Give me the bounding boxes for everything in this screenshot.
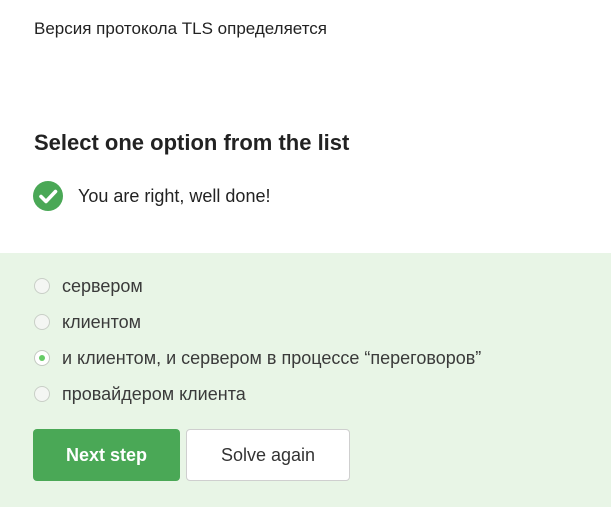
solve-again-button[interactable]: Solve again [186, 429, 350, 481]
task-heading: Select one option from the list [34, 130, 350, 155]
question-text: Версия протокола TLS определяется [34, 19, 327, 38]
option-label: сервером [62, 275, 143, 296]
option-server[interactable]: сервером [34, 274, 143, 298]
option-label: клиентом [62, 311, 142, 332]
option-client[interactable]: клиентом [34, 310, 141, 334]
option-label: и клиентом, и сервером в процессе “перег… [62, 347, 482, 368]
next-step-button[interactable]: Next step [33, 429, 180, 481]
option-client-provider[interactable]: провайдером клиента [34, 382, 246, 406]
radio-button[interactable] [34, 278, 50, 294]
feedback-text: You are right, well done! [78, 185, 271, 206]
radio-button-selected[interactable] [34, 350, 50, 366]
radio-button[interactable] [34, 386, 50, 402]
correct-feedback: You are right, well done! [33, 181, 270, 211]
radio-button[interactable] [34, 314, 50, 330]
check-circle-icon [33, 181, 63, 211]
step-page: Версия протокола TLS определяется Select… [0, 0, 611, 507]
option-label: провайдером клиента [62, 383, 246, 404]
option-client-and-server[interactable]: и клиентом, и сервером в процессе “перег… [34, 346, 481, 370]
